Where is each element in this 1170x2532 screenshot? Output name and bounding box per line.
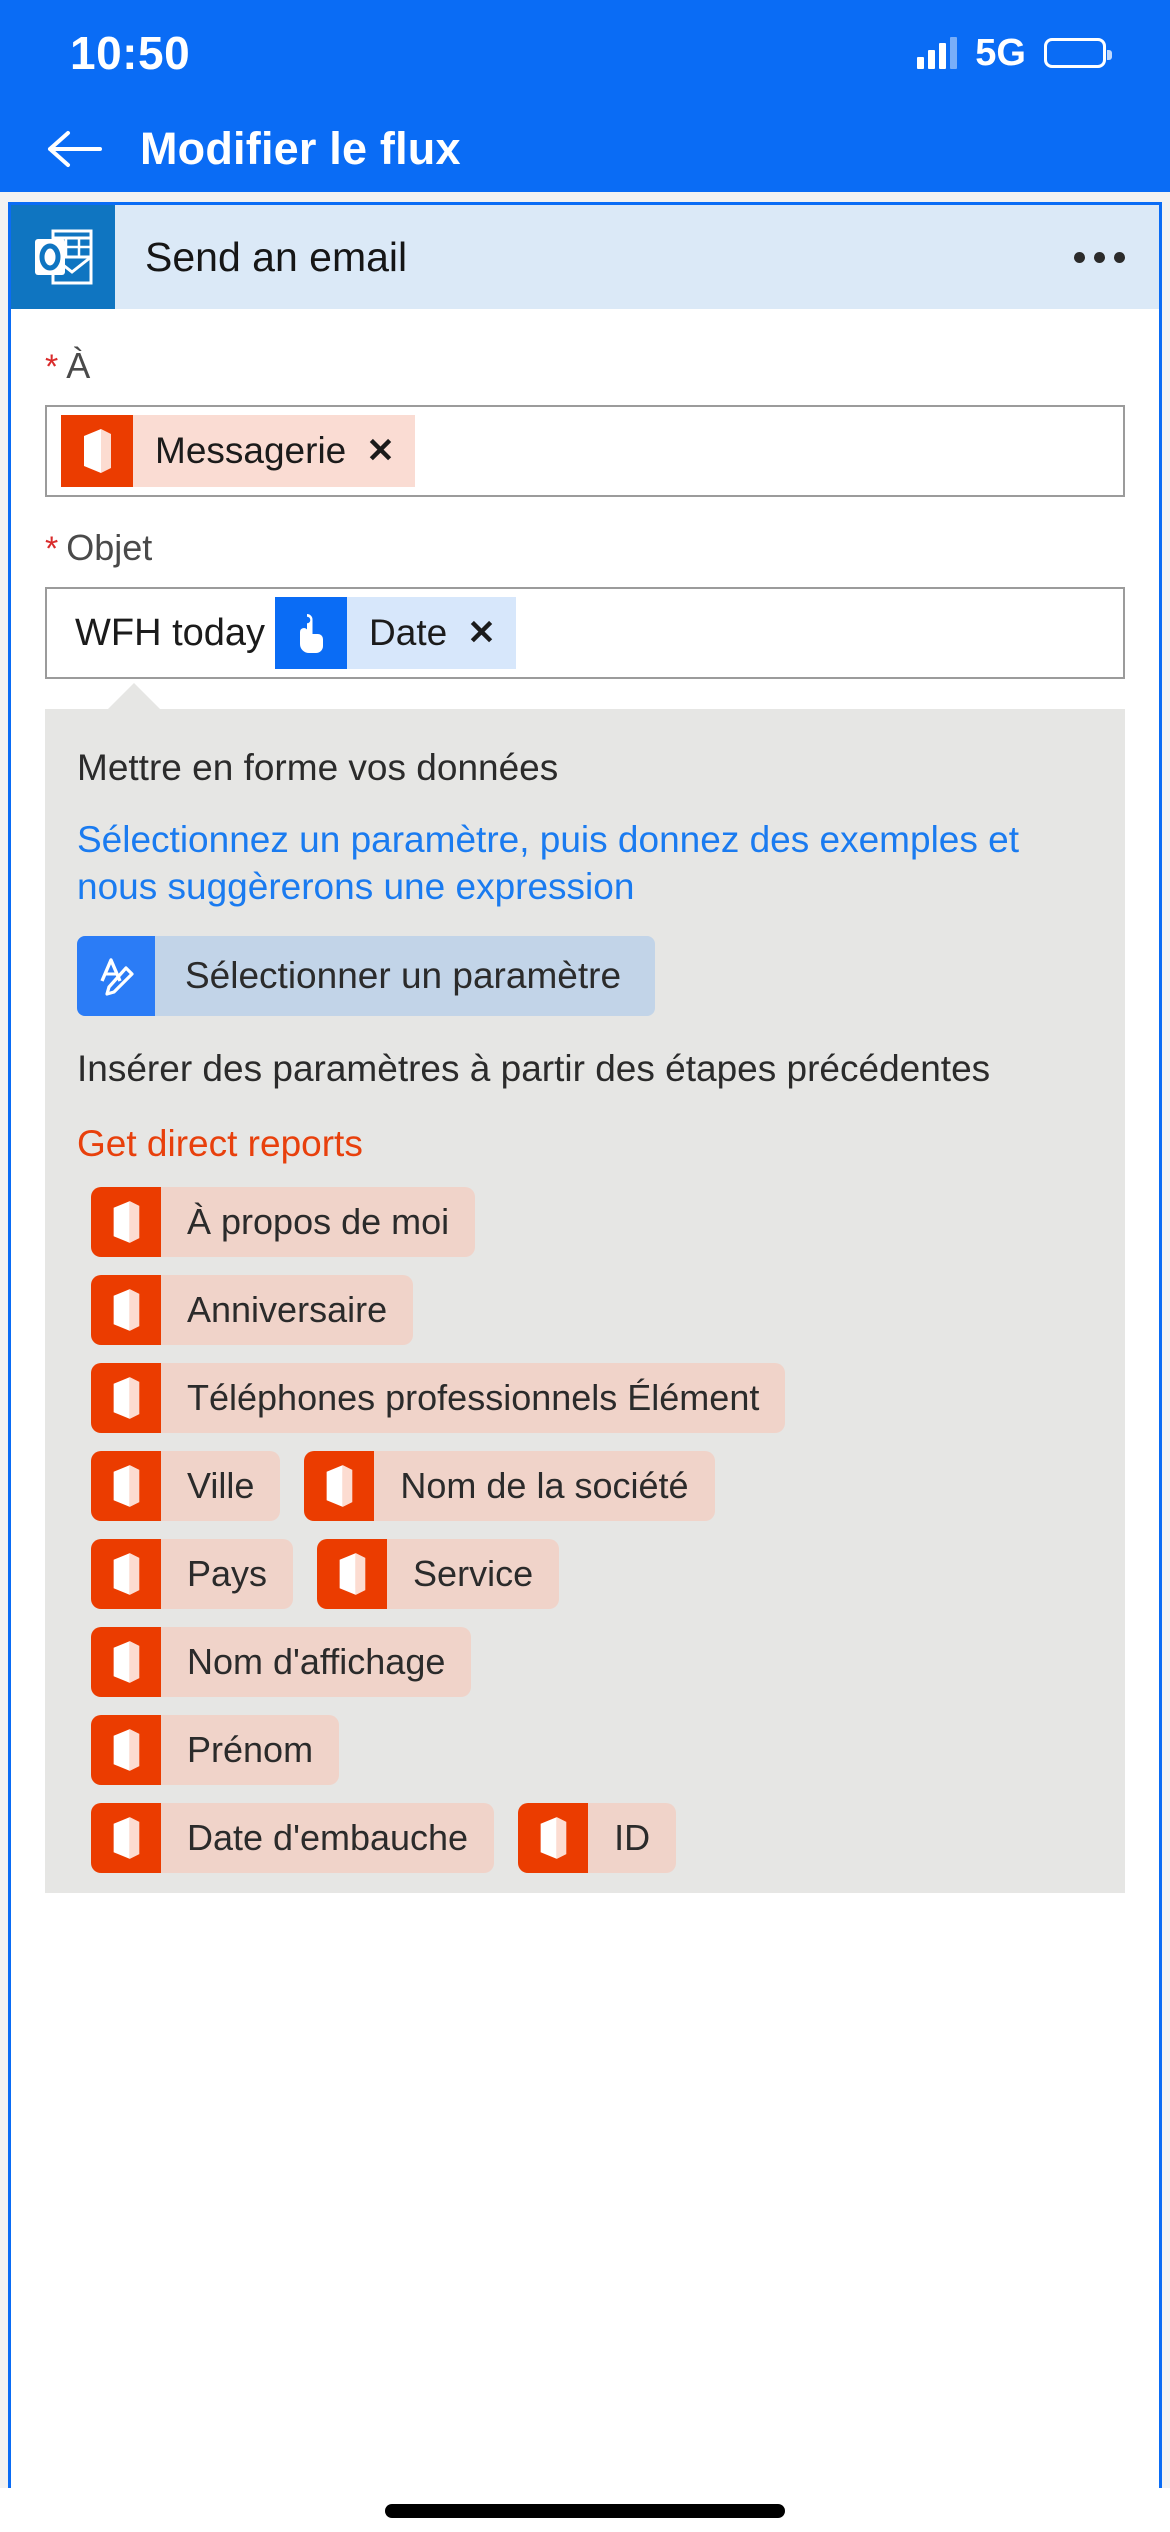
office365-icon	[61, 415, 133, 487]
battery-icon	[1044, 38, 1112, 68]
chip-label: Téléphones professionnels Élément	[161, 1362, 786, 1433]
chip-row: Date d'embauche ID	[91, 1802, 1093, 1873]
format-data-hint: Sélectionnez un paramètre, puis donnez d…	[77, 819, 1020, 907]
dynamic-content-chip[interactable]: Anniversaire	[91, 1274, 414, 1345]
chip-row: À propos de moi	[91, 1186, 1093, 1257]
token-body: Messagerie ✕	[133, 415, 415, 487]
dynamic-content-chip[interactable]: Ville	[91, 1450, 281, 1521]
action-card-title: Send an email	[145, 233, 408, 280]
dynamic-content-chip[interactable]: Nom de la société	[304, 1450, 715, 1521]
close-icon[interactable]: ✕	[467, 616, 496, 650]
status-bar: 10:50 5G	[0, 0, 1170, 106]
chip-row: Anniversaire	[91, 1274, 1093, 1345]
office365-icon	[91, 1714, 161, 1785]
token-label: Date	[369, 612, 448, 653]
app-bar: Modifier le flux	[0, 106, 1170, 192]
office365-icon	[91, 1626, 161, 1697]
office365-icon	[91, 1362, 161, 1433]
chip-label: Nom d'affichage	[161, 1626, 472, 1697]
subject-field-label: * Objet	[45, 527, 1125, 569]
to-input[interactable]: Messagerie ✕	[45, 405, 1125, 497]
more-options-icon[interactable]	[1039, 205, 1159, 309]
select-parameter-button[interactable]: Sélectionner un paramètre	[77, 936, 656, 1017]
action-card-header[interactable]: Send an email	[11, 205, 1159, 309]
dynamic-content-chip[interactable]: Date d'embauche	[91, 1802, 495, 1873]
dynamic-content-chip[interactable]: À propos de moi	[91, 1186, 476, 1257]
cellular-signal-icon	[917, 37, 958, 69]
dynamic-content-chip[interactable]: Téléphones professionnels Élément	[91, 1362, 786, 1433]
office365-icon	[518, 1802, 589, 1873]
office365-icon	[317, 1538, 388, 1609]
chip-label: Anniversaire	[161, 1274, 414, 1345]
dynamic-content-group-header[interactable]: Get direct reports	[77, 1123, 1093, 1165]
chip-row: Téléphones professionnels Élément	[91, 1362, 1093, 1433]
subject-typed-text: WFH today	[75, 611, 266, 654]
chip-row: Ville Nom de la société	[91, 1450, 1093, 1521]
office365-icon	[91, 1802, 161, 1873]
office365-icon	[304, 1450, 375, 1521]
dynamic-content-chip[interactable]: Prénom	[91, 1714, 340, 1785]
chip-label: Ville	[161, 1450, 281, 1521]
dynamic-content-chip[interactable]: Nom d'affichage	[91, 1626, 472, 1697]
token-messagerie[interactable]: Messagerie ✕	[61, 415, 415, 487]
flyout-caret-icon	[107, 683, 161, 710]
home-indicator	[385, 2504, 785, 2518]
page-title: Modifier le flux	[140, 123, 461, 174]
dynamic-content-chip[interactable]: ID	[518, 1802, 677, 1873]
chip-label: À propos de moi	[161, 1186, 476, 1257]
to-field-label: * À	[45, 345, 1125, 387]
token-date[interactable]: Date ✕	[275, 597, 516, 669]
status-bar-indicators: 5G	[917, 31, 1112, 75]
office365-icon	[91, 1450, 161, 1521]
to-label-text: À	[66, 345, 91, 386]
required-marker: *	[45, 530, 59, 568]
close-icon[interactable]: ✕	[366, 434, 395, 468]
chip-label: Nom de la société	[374, 1450, 715, 1521]
token-body: Date ✕	[347, 597, 516, 669]
chip-label: Service	[387, 1538, 560, 1609]
dynamic-content-flyout-wrapper: Mettre en forme vos données Sélectionnez…	[45, 683, 1125, 1893]
subject-label-text: Objet	[66, 527, 153, 568]
dynamic-content-flyout: Mettre en forme vos données Sélectionnez…	[45, 709, 1125, 1893]
manual-trigger-icon	[275, 597, 348, 669]
dynamic-content-chip[interactable]: Pays	[91, 1538, 294, 1609]
chip-label: ID	[588, 1802, 677, 1873]
chip-label: Date d'embauche	[161, 1802, 495, 1873]
outlook-icon	[11, 205, 115, 309]
back-arrow-icon[interactable]	[46, 127, 102, 171]
action-card: Send an email * À Messagerie ✕ * Objet W…	[8, 202, 1162, 2532]
flow-editor-page: Send an email * À Messagerie ✕ * Objet W…	[0, 192, 1170, 2532]
chip-row: Pays Service	[91, 1538, 1093, 1609]
select-parameter-label: Sélectionner un paramètre	[155, 936, 656, 1017]
subject-input[interactable]: WFH today Date ✕	[45, 587, 1125, 679]
insert-parameters-title: Insérer des paramètres à partir des étap…	[77, 1048, 991, 1090]
required-marker: *	[45, 348, 59, 386]
chip-label: Pays	[161, 1538, 294, 1609]
action-form: * À Messagerie ✕ * Objet WFH today Date …	[11, 309, 1159, 679]
status-bar-time: 10:50	[70, 27, 191, 79]
chip-row: Nom d'affichage	[91, 1626, 1093, 1697]
office365-icon	[91, 1538, 161, 1609]
format-expression-icon	[77, 936, 155, 1017]
dynamic-content-chip[interactable]: Service	[317, 1538, 560, 1609]
format-data-title: Mettre en forme vos données	[77, 747, 559, 788]
chip-label: Prénom	[161, 1714, 340, 1785]
network-type-label: 5G	[975, 31, 1026, 74]
chip-row: Prénom	[91, 1714, 1093, 1785]
office365-icon	[91, 1186, 161, 1257]
token-label: Messagerie	[155, 430, 347, 471]
dynamic-content-chip-list: À propos de moi Anniversaire Téléphones …	[77, 1186, 1093, 1873]
office365-icon	[91, 1274, 161, 1345]
